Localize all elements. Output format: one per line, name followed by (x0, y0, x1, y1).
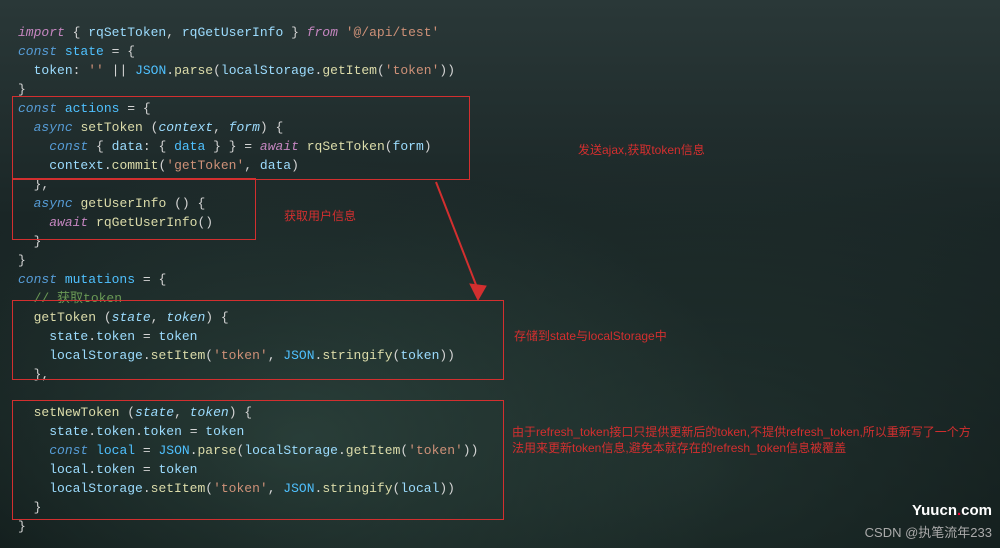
annotation-text-refresh: 由于refresh_token接口只提供更新后的token,不提供refresh… (512, 424, 972, 456)
annotation-arrow-icon (418, 178, 498, 306)
annotation-box-getuserinfo (12, 178, 256, 240)
annotation-box-settoken (12, 96, 470, 180)
annotation-box-setnewtoken (12, 400, 504, 520)
annotation-text-ajax: 发送ajax,获取token信息 (578, 142, 705, 158)
annotation-box-gettoken (12, 300, 504, 380)
watermark-brand: Yuucn.com (912, 501, 992, 520)
annotation-text-storage: 存储到state与localStorage中 (514, 328, 667, 344)
annotation-text-userinfo: 获取用户信息 (284, 208, 356, 224)
watermark-csdn: CSDN @执笔流年233 (865, 523, 992, 542)
